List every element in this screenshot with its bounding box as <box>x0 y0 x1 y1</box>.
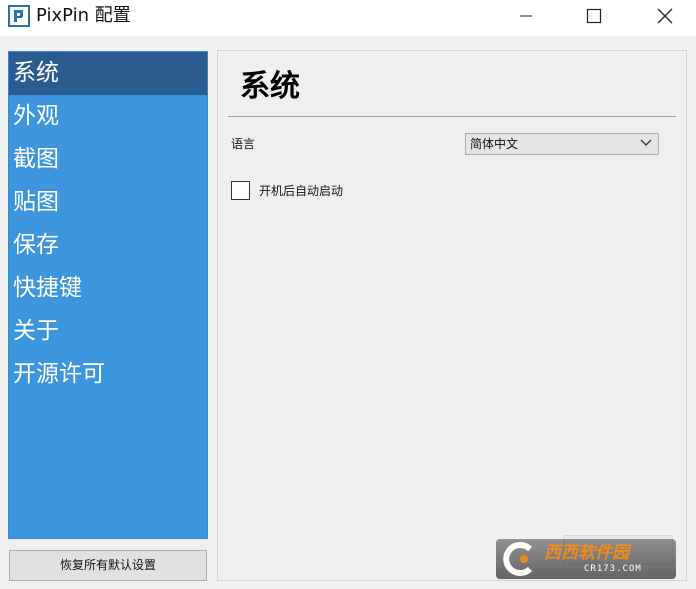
nav-item-screenshot[interactable]: 截图 <box>9 138 207 181</box>
nav-item-appearance[interactable]: 外观 <box>9 95 207 138</box>
settings-panel: 系统 语言 简体中文 开机后自动启动 <box>217 50 687 581</box>
reset-defaults-button[interactable]: 恢复所有默认设置 <box>9 550 207 581</box>
watermark-logo-icon <box>503 542 533 576</box>
chevron-down-icon <box>640 139 652 146</box>
minimize-button[interactable] <box>503 0 549 32</box>
title-divider <box>228 116 676 117</box>
pixpin-logo-icon <box>8 5 30 27</box>
maximize-button[interactable] <box>571 0 617 32</box>
watermark-text: 西西软件园 <box>544 543 629 563</box>
close-icon <box>657 8 673 24</box>
nav-item-pin[interactable]: 贴图 <box>9 181 207 224</box>
page-title: 系统 <box>240 69 300 104</box>
language-label: 语言 <box>231 137 256 151</box>
nav-item-system[interactable]: 系统 <box>9 52 207 95</box>
minimize-icon <box>520 15 532 17</box>
title-bar: PixPin 配置 <box>0 0 696 36</box>
close-button[interactable] <box>642 0 688 32</box>
language-select-value: 简体中文 <box>470 137 519 151</box>
nav-item-shortcuts[interactable]: 快捷键 <box>9 267 207 310</box>
window-title: PixPin 配置 <box>36 5 131 26</box>
watermark-subtext: CR173.COM <box>584 564 642 574</box>
watermark-logo: 西西软件园 CR173.COM <box>496 539 676 579</box>
autostart-checkbox[interactable] <box>231 181 250 200</box>
settings-nav: 系统 外观 截图 贴图 保存 快捷键 关于 开源许可 <box>8 51 208 539</box>
maximize-icon <box>586 8 602 24</box>
nav-item-about[interactable]: 关于 <box>9 310 207 353</box>
nav-item-licenses[interactable]: 开源许可 <box>9 353 207 396</box>
autostart-label: 开机后自动启动 <box>259 184 344 198</box>
language-select[interactable]: 简体中文 <box>465 133 659 155</box>
nav-item-save[interactable]: 保存 <box>9 224 207 267</box>
